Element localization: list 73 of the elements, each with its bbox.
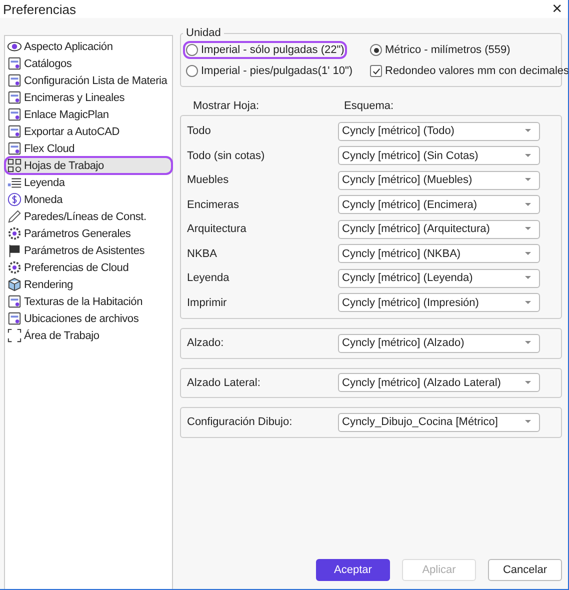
caret-icon [525,252,531,256]
radio-button[interactable] [370,44,382,56]
setting-label: Alzado Lateral: [187,376,262,389]
ok-button[interactable]: Aceptar [316,559,390,581]
radio-option[interactable]: Imperial - sólo pulgadas (22") [183,41,348,59]
gear-icon [7,226,22,241]
radio-option[interactable]: Imperial - pies/pulgadas(1' 10") [183,62,356,80]
sidebar-item[interactable]: Catálogos [5,55,172,72]
sidebar-item[interactable]: Rendering [5,276,172,293]
caret-icon [525,341,531,346]
sheet-label: Todo (sin cotas) [187,150,266,162]
sidebar-item[interactable]: Exportar a AutoCAD [5,123,172,140]
sidebar-item[interactable]: Enlace MagicPlan [5,106,172,123]
column-header: Esquema: [344,100,394,112]
sidebar-item[interactable]: Hojas de Trabajo [5,157,172,174]
checkbox[interactable] [370,65,382,77]
sheet-label: Arquitectura [187,223,248,236]
scheme-dropdown[interactable]: Cyncly [métrico] (Todo) [338,122,540,141]
setting-label: Configuración Dibujo: [187,416,294,428]
dollar-icon [7,192,22,207]
caret-icon [525,202,531,207]
scheme-dropdown[interactable]: Cyncly [métrico] (Sin Cotas) [338,146,540,166]
scheme-dropdown[interactable]: Cyncly [métrico] (Impresión) [338,293,540,312]
caret-icon [525,420,531,424]
cube-icon [7,277,22,292]
sidebar-item[interactable]: Moneda [5,191,172,208]
flag-icon [7,243,22,258]
sidebar-item[interactable]: Leyenda [5,174,172,191]
scheme-dropdown[interactable]: Cyncly [métrico] (Alzado Lateral) [338,373,540,392]
sidebar-item[interactable]: Paredes/Líneas de Const. [5,208,172,225]
caret-icon [525,154,531,158]
sidebar-item[interactable]: Parámetros de Asistentes [5,242,172,259]
caret-icon [525,178,531,182]
sidebar-item[interactable]: Flex Cloud [5,140,172,157]
sheet-label: NKBA [187,248,218,260]
dialog-button[interactable]: Cancelar [488,559,562,581]
radio-button[interactable] [186,65,198,77]
setting-label: Alzado: [187,337,225,350]
sheet-label: Encimeras [187,198,240,211]
sidebar-item[interactable]: Aspecto Aplicación [5,38,172,55]
caret-icon [525,380,531,385]
sheet-label: Muebles [187,174,230,186]
group-title: Unidad [185,27,222,39]
close-button[interactable]: × [552,0,562,18]
radio-button[interactable] [186,44,198,56]
eye-icon [7,39,22,54]
sheet-label: Todo [187,125,212,138]
sidebar-item[interactable]: Configuración Lista de Materia [5,72,172,89]
sidebar-item[interactable]: Parámetros Generales [5,225,172,242]
sidebar-item[interactable]: Área de Trabajo [5,327,172,344]
caret-icon [525,300,531,305]
caret-icon [525,276,531,280]
scheme-dropdown[interactable]: Cyncly [métrico] (NKBA) [338,244,540,264]
window-title: Preferencias [3,2,76,16]
column-header: Mostrar Hoja: [193,100,260,112]
scheme-dropdown[interactable]: Cyncly [métrico] (Muebles) [338,170,540,190]
pencil-icon [7,209,22,224]
scheme-dropdown[interactable]: Cyncly [métrico] (Leyenda) [338,268,540,288]
scheme-dropdown[interactable]: Cyncly_Dibujo_Cocina [Métrico] [338,412,540,432]
caret-icon [525,129,531,134]
grid-icon [7,158,22,173]
scheme-dropdown[interactable]: Cyncly [métrico] (Alzado) [338,334,540,353]
sidebar-item[interactable]: Encimeras y Lineales [5,89,172,106]
sidebar-item[interactable]: Ubicaciones de archivos [5,310,172,327]
caret-icon [525,227,531,232]
frame-icon [7,328,22,343]
sidebar-item[interactable]: Preferencias de Cloud [5,259,172,276]
sidebar-item[interactable]: Texturas de la Habitación [5,293,172,310]
sheet-label: Imprimir [187,296,228,309]
scheme-dropdown[interactable]: Cyncly [métrico] (Arquitectura) [338,220,540,239]
sheet-label: Leyenda [187,272,230,284]
scheme-dropdown[interactable]: Cyncly [métrico] (Encimera) [338,195,540,214]
radio-option[interactable]: Métrico - milímetros (559) [367,41,514,59]
